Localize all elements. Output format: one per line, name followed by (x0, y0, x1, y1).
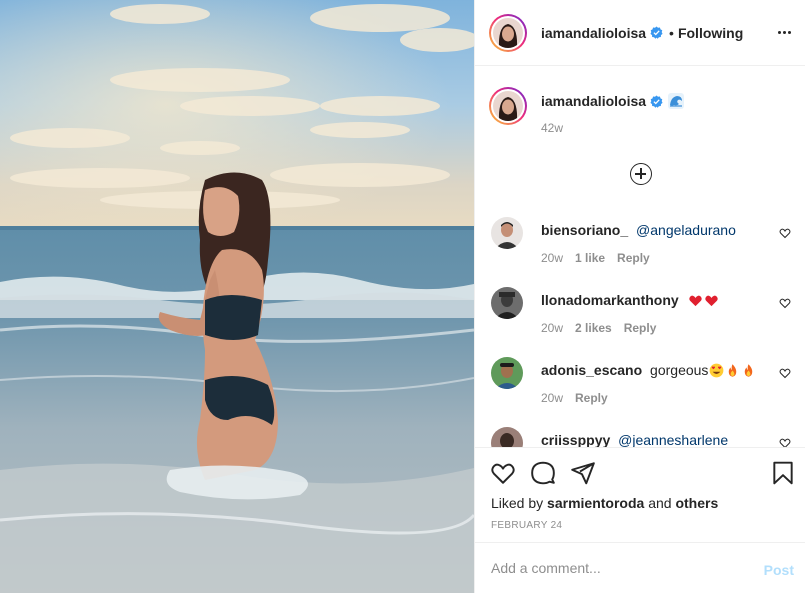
comment-item: criissppyy @jeannesharlene (491, 427, 791, 447)
commenter-avatar[interactable] (491, 427, 523, 447)
following-button[interactable]: Following (678, 25, 743, 41)
commenter-avatar[interactable] (491, 217, 523, 249)
liked-by-text: Liked by sarmientoroda and others (491, 495, 718, 511)
liked-by-others[interactable]: others (675, 495, 718, 511)
fire-icon (745, 364, 753, 377)
add-comment-input[interactable] (491, 557, 741, 579)
commenter-username[interactable]: biensoriano_ (541, 222, 628, 238)
caption-author-avatar[interactable] (489, 87, 527, 125)
reply-button[interactable]: Reply (624, 321, 657, 335)
post-photo[interactable] (0, 0, 474, 593)
post-date[interactable]: FEBRUARY 24 (491, 520, 562, 531)
reply-button[interactable]: Reply (617, 251, 650, 265)
verified-badge-icon (650, 26, 663, 39)
liked-by-user[interactable]: sarmientoroda (547, 495, 644, 511)
comment-time[interactable]: 20w (541, 391, 563, 405)
caption-timestamp[interactable]: 42w (541, 121, 684, 135)
liked-by-prefix: Liked by (491, 495, 544, 511)
comment-time[interactable]: 20w (541, 321, 563, 335)
commenter-username[interactable]: adonis_escano (541, 362, 642, 378)
like-comment-heart-icon[interactable] (779, 227, 791, 239)
comment-likes[interactable]: 2 likes (575, 321, 612, 335)
comment-likes[interactable]: 1 like (575, 251, 605, 265)
author-username[interactable]: iamandalioloisa (541, 25, 646, 41)
caption-username[interactable]: iamandalioloisa (541, 93, 646, 109)
like-comment-heart-icon[interactable] (779, 297, 791, 309)
save-bookmark-icon[interactable] (770, 460, 796, 486)
more-options-icon[interactable] (774, 22, 794, 42)
instagram-post-modal: iamandalioloisa • Following iamandaliolo… (0, 0, 805, 593)
liked-by-and: and (648, 495, 672, 511)
commenter-avatar[interactable] (491, 357, 523, 389)
commenter-avatar[interactable] (491, 287, 523, 319)
post-header: iamandalioloisa • Following (475, 0, 805, 66)
share-icon[interactable] (570, 460, 596, 486)
comment-mention[interactable]: @angeladurano (636, 222, 736, 238)
like-comment-heart-icon[interactable] (779, 437, 791, 447)
comment-icon[interactable] (530, 460, 556, 486)
red-heart-icon (688, 295, 702, 307)
post-side-panel: iamandalioloisa • Following iamandaliolo… (474, 0, 805, 593)
comment-item: adonis_escano gorgeous 20w Reply (491, 357, 791, 405)
comment-item: biensoriano_ @angeladurano 20w 1 like Re… (491, 217, 791, 265)
load-more-comments-icon[interactable] (630, 163, 652, 185)
commenter-username[interactable]: criissppyy (541, 432, 610, 447)
like-heart-icon[interactable] (490, 460, 516, 486)
post-comment-button[interactable]: Post (764, 562, 794, 578)
post-actions: Liked by sarmientoroda and others FEBRUA… (475, 447, 805, 542)
comment-text: gorgeous (650, 362, 709, 378)
verified-badge-icon (650, 94, 663, 108)
fire-icon (729, 364, 737, 377)
wave-icon (668, 93, 685, 109)
reply-button[interactable]: Reply (575, 391, 608, 405)
like-comment-heart-icon[interactable] (779, 367, 791, 379)
add-comment-bar: Post (475, 542, 805, 593)
comment-item: llonadomarkanthony 20w 2 likes Reply (491, 287, 791, 335)
post-caption: iamandalioloisa 42w (489, 87, 685, 135)
author-avatar[interactable] (489, 13, 527, 52)
comments-scroll-area[interactable]: iamandalioloisa 42w biensoriano_ @angela… (475, 67, 805, 447)
header-separator: • (669, 24, 674, 41)
comment-mention[interactable]: @jeannesharlene (618, 432, 728, 447)
red-heart-icon (704, 295, 718, 307)
heart-eyes-icon (710, 363, 724, 378)
comment-time[interactable]: 20w (541, 251, 563, 265)
beach-photo (0, 0, 474, 593)
commenter-username[interactable]: llonadomarkanthony (541, 292, 679, 308)
